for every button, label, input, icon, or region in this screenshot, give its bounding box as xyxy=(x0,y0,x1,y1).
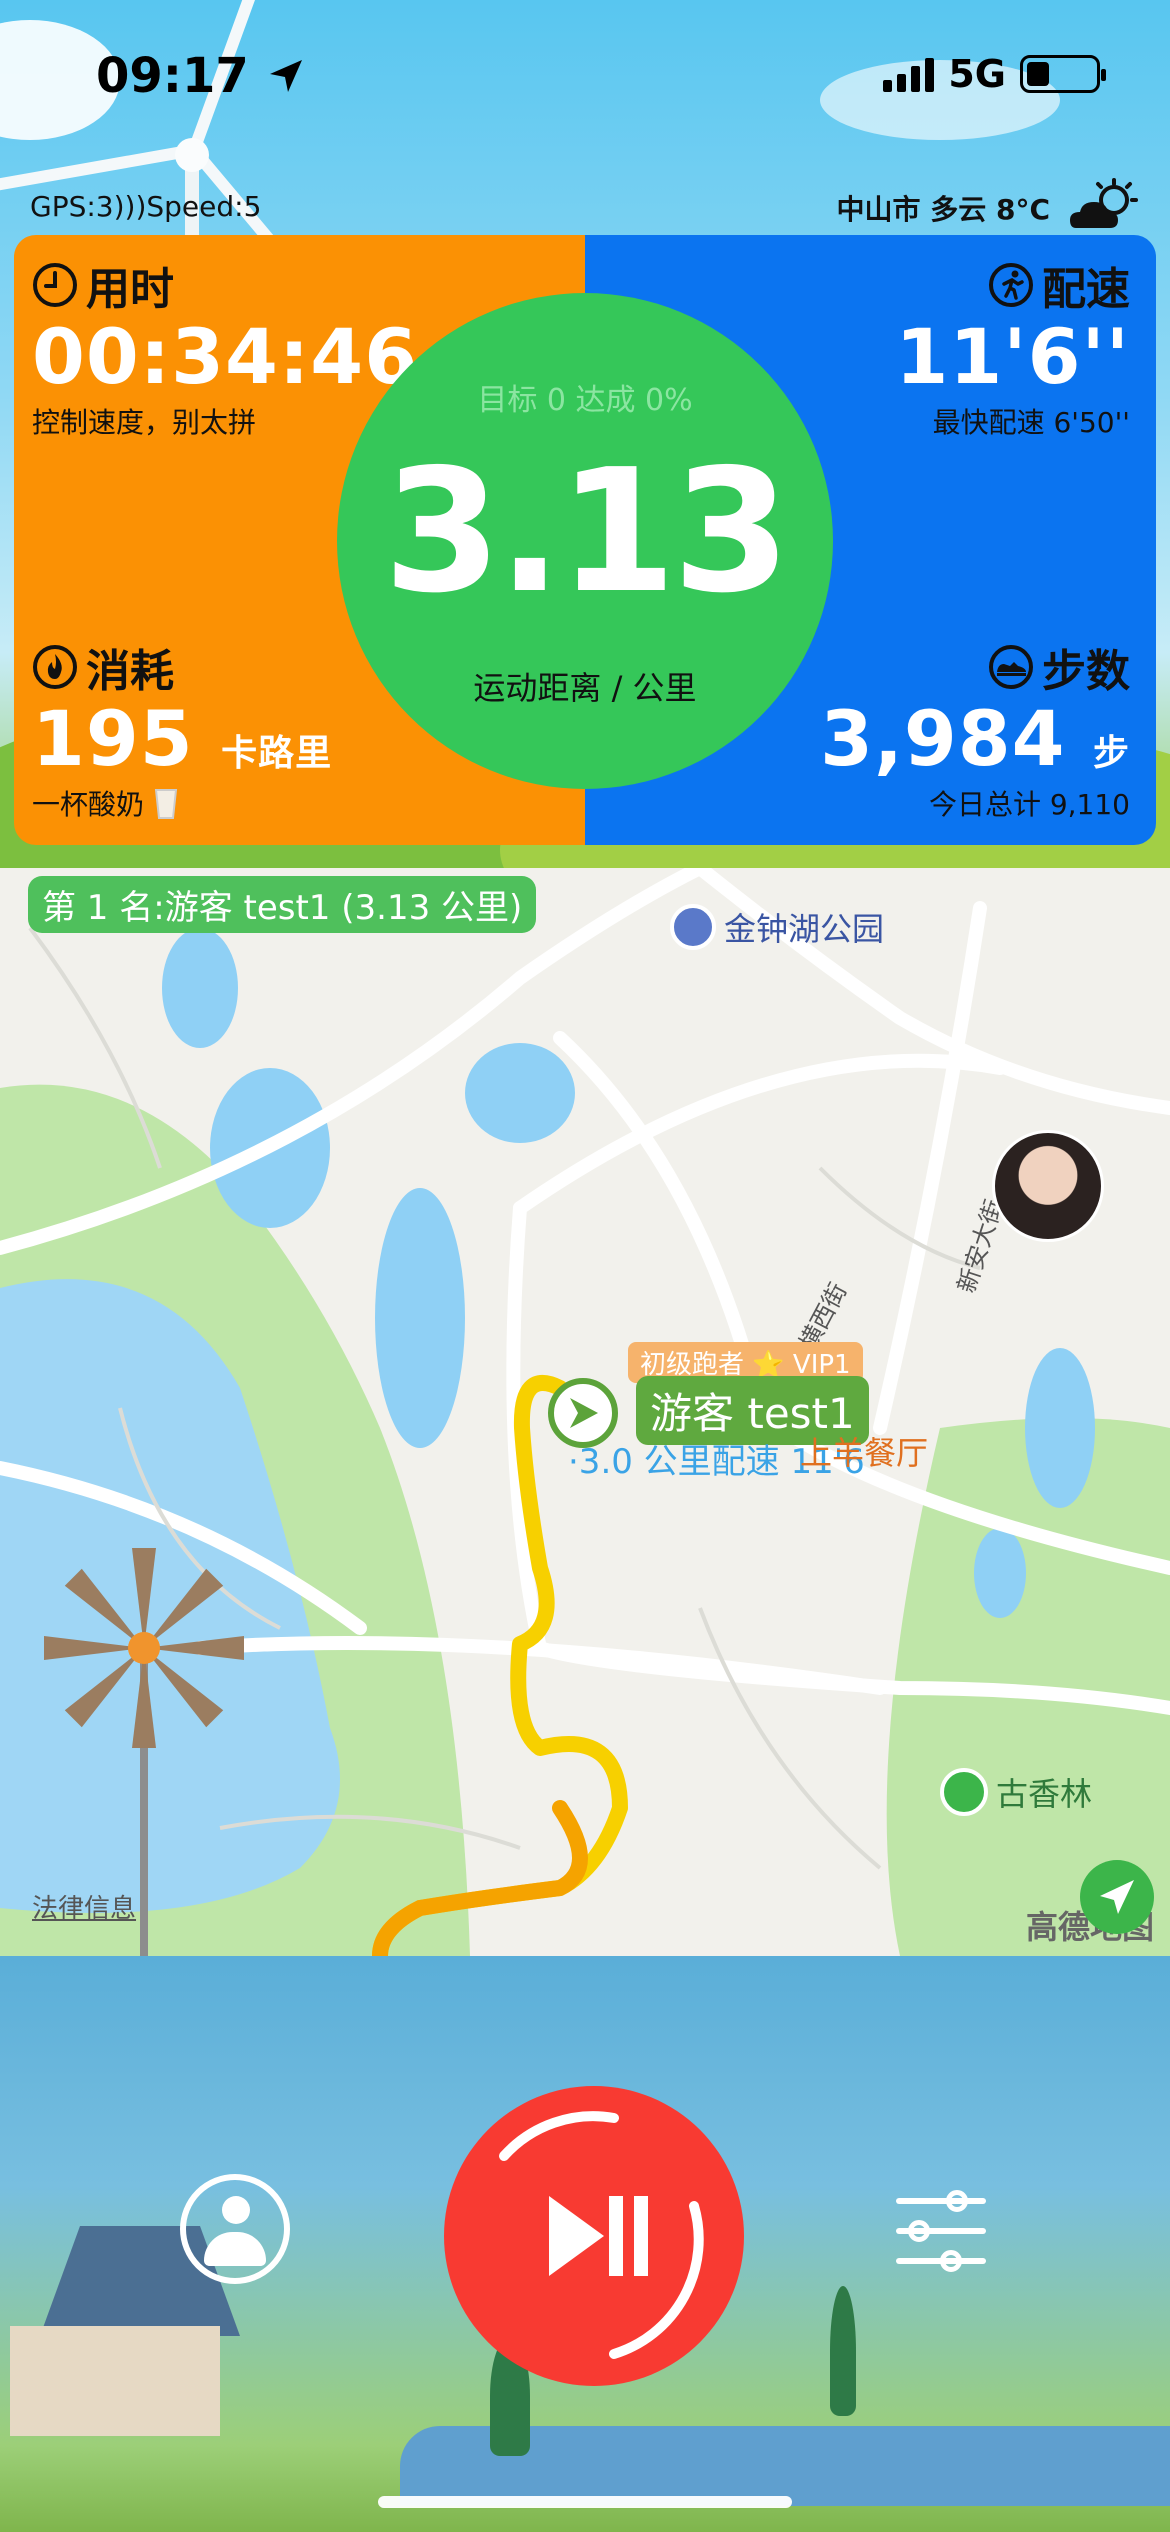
poi-restaurant[interactable]: 上羊餐厅 xyxy=(800,1428,928,1474)
target-progress: 目标 0 达成 0% xyxy=(477,383,693,418)
tree-icon xyxy=(940,1768,988,1816)
distance-value: 3.13 xyxy=(383,433,790,631)
calories-equivalent: 一杯酸奶 xyxy=(32,787,145,821)
pace-stat: 配速 11'6'' 最快配速 6'50'' xyxy=(896,253,1130,441)
shoe-icon xyxy=(989,645,1033,689)
steps-label: 步数 xyxy=(1042,646,1130,697)
status-time-text: 09:17 xyxy=(96,48,249,104)
flame-icon xyxy=(33,645,77,689)
weather-text: 中山市 多云 8°C xyxy=(836,193,1050,226)
fastest-pace: 最快配速 6'50'' xyxy=(932,405,1130,439)
park-icon xyxy=(670,904,716,950)
clock-icon xyxy=(33,263,77,307)
poi-garden[interactable]: 古香林 xyxy=(940,1768,1092,1816)
partly-cloudy-icon xyxy=(1070,178,1138,228)
tree-decoration xyxy=(830,2286,856,2416)
calories-stat: 消耗 195 卡路里 一杯酸奶 xyxy=(32,635,332,823)
steps-stat: 步数 3,984 步 今日总计 9,110 xyxy=(820,635,1130,823)
milk-cup-icon xyxy=(154,788,178,819)
calories-unit: 卡路里 xyxy=(221,733,333,774)
stats-panel: 用时 00:34:46 控制速度，别太拼 配速 11'6'' 最快配速 6'50… xyxy=(14,235,1156,845)
locate-button[interactable] xyxy=(1080,1860,1154,1934)
network-type: 5G xyxy=(948,52,1006,96)
distance-circle[interactable]: 目标 0 达成 0% 3.13 运动距离 / 公里 xyxy=(337,293,833,789)
play-pause-icon xyxy=(499,2111,704,2359)
poi-park[interactable]: 金钟湖公园 xyxy=(670,904,884,950)
user-icon xyxy=(222,2196,250,2224)
settings-sliders-button[interactable] xyxy=(896,2186,986,2272)
steps-today-total: 今日总计 9,110 xyxy=(928,787,1130,821)
battery-icon xyxy=(1020,55,1106,93)
legal-info-link[interactable]: 法律信息 xyxy=(32,1888,136,1925)
navigation-arrow-icon xyxy=(1100,1880,1134,1914)
runner-icon xyxy=(989,263,1033,307)
pace-value: 11'6'' xyxy=(895,312,1130,401)
time-label: 用时 xyxy=(86,264,174,315)
calories-value: 195 xyxy=(32,694,194,783)
signal-icon xyxy=(883,56,935,92)
route-map[interactable]: 第 1 名:游客 test1 (3.13 公里) 金钟湖公园 新安大街 横西街 … xyxy=(0,868,1170,1956)
status-indicators: 5G xyxy=(883,52,1106,96)
user-avatar[interactable] xyxy=(992,1130,1104,1242)
home-indicator[interactable] xyxy=(378,2496,792,2508)
distance-label: 运动距离 / 公里 xyxy=(473,669,697,707)
steps-value: 3,984 xyxy=(820,694,1066,783)
calories-label: 消耗 xyxy=(86,646,174,697)
house-decoration xyxy=(10,2326,220,2436)
location-arrow-icon xyxy=(269,60,302,92)
bottom-controls xyxy=(0,1956,1170,2532)
wind-turbine-hub xyxy=(175,138,209,172)
status-time: 09:17 xyxy=(96,48,306,104)
gps-speed-indicator: GPS:3)))Speed:5 xyxy=(30,190,262,223)
profile-button[interactable] xyxy=(180,2174,290,2284)
wind-turbine-blade xyxy=(0,144,196,193)
pause-resume-button[interactable] xyxy=(444,2086,744,2386)
rank-badge[interactable]: 第 1 名:游客 test1 (3.13 公里) xyxy=(28,876,537,933)
poi-park-label: 金钟湖公园 xyxy=(724,910,885,948)
pace-label: 配速 xyxy=(1042,264,1130,315)
poi-garden-label: 古香林 xyxy=(996,1775,1093,1813)
steps-unit: 步 xyxy=(1092,733,1130,774)
sliders-icon xyxy=(896,2190,986,2212)
